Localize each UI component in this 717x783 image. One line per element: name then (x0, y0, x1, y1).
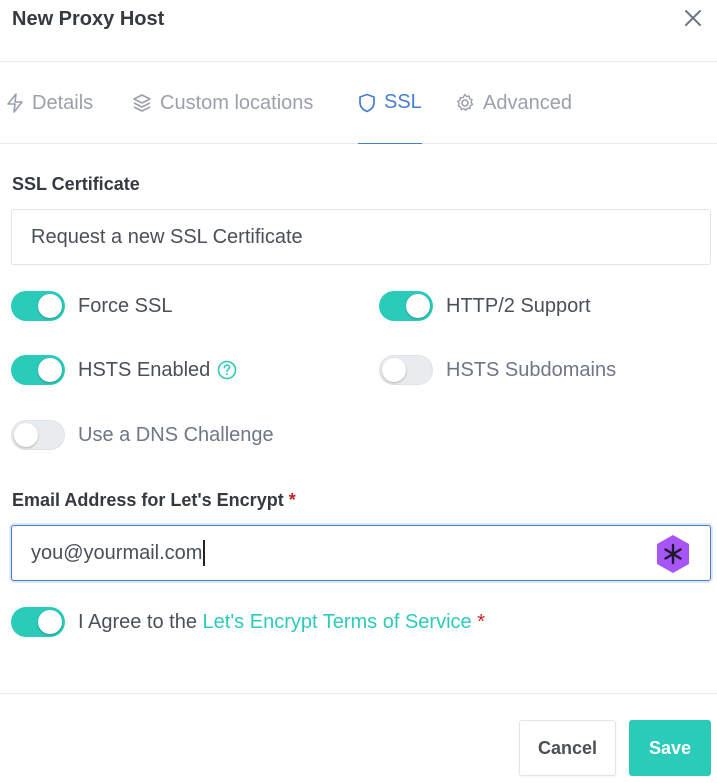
required-marker: * (477, 610, 486, 633)
email-label: Email Address for Let's Encrypt * (12, 490, 296, 511)
switch-knob (382, 358, 406, 382)
hsts-enabled-switch[interactable] (11, 355, 65, 385)
cancel-button[interactable]: Cancel (519, 720, 616, 776)
force-ssl-switch[interactable] (11, 291, 65, 321)
modal-title: New Proxy Host (12, 8, 165, 30)
ssl-certificate-label: SSL Certificate (12, 174, 140, 194)
hsts-enabled-label: HSTS Enabled (78, 358, 211, 381)
close-icon[interactable] (682, 7, 704, 29)
lightning-icon (7, 93, 23, 113)
http2-toggle-row[interactable]: HTTP/2 Support (379, 289, 591, 323)
dns-challenge-label: Use a DNS Challenge (78, 423, 274, 446)
email-value: you@yourmail.com (31, 541, 203, 564)
switch-knob (406, 294, 430, 318)
agree-toggle-row[interactable]: I Agree to the Let's Encrypt Terms of Se… (11, 605, 485, 639)
password-manager-icon[interactable] (654, 533, 692, 575)
layers-icon (133, 94, 151, 112)
force-ssl-label: Force SSL (78, 294, 173, 317)
modal-footer: Cancel Save (0, 693, 717, 783)
hsts-subdomains-switch[interactable] (379, 355, 433, 385)
switch-knob (14, 423, 38, 447)
hsts-subdomains-label: HSTS Subdomains (446, 358, 617, 381)
hsts-enabled-toggle-row[interactable]: HSTS Enabled (11, 353, 237, 387)
gear-icon (456, 93, 474, 112)
agree-switch[interactable] (11, 607, 65, 637)
tab-advanced[interactable]: Advanced (455, 62, 572, 144)
email-input[interactable]: you@yourmail.com (11, 525, 711, 581)
agree-label: I Agree to the Let's Encrypt Terms of Se… (78, 611, 485, 634)
save-button[interactable]: Save (629, 720, 711, 776)
text-caret (203, 540, 206, 566)
dns-challenge-toggle-row[interactable]: Use a DNS Challenge (11, 418, 274, 452)
tab-bar: Details Custom locations SSL Advanced (0, 62, 717, 144)
shield-icon (359, 93, 375, 112)
tab-custom-locations-label: Custom locations (160, 91, 314, 114)
http2-switch[interactable] (379, 291, 433, 321)
switch-knob (38, 610, 62, 634)
switch-knob (38, 294, 62, 318)
help-circle-icon[interactable] (217, 360, 237, 380)
ssl-certificate-value: Request a new SSL Certificate (31, 225, 303, 248)
force-ssl-toggle-row[interactable]: Force SSL (11, 289, 172, 323)
tab-details[interactable]: Details (6, 62, 93, 144)
tab-advanced-label: Advanced (483, 91, 572, 114)
hsts-subdomains-toggle-row[interactable]: HSTS Subdomains (379, 353, 616, 387)
switch-knob (38, 358, 62, 382)
dns-challenge-switch[interactable] (11, 420, 65, 450)
ssl-certificate-select[interactable]: Request a new SSL Certificate (11, 209, 711, 265)
email-label-text: Email Address for Let's Encrypt (12, 490, 284, 510)
agree-label-prefix: I Agree to the (78, 610, 197, 633)
tab-details-label: Details (32, 91, 94, 114)
tab-ssl[interactable]: SSL (358, 62, 422, 144)
tab-ssl-label: SSL (384, 91, 422, 113)
http2-label: HTTP/2 Support (446, 294, 591, 317)
modal-header: New Proxy Host (0, 0, 717, 62)
tab-custom-locations[interactable]: Custom locations (132, 62, 313, 144)
terms-of-service-link[interactable]: Let's Encrypt Terms of Service (203, 611, 472, 633)
required-marker: * (288, 490, 296, 510)
